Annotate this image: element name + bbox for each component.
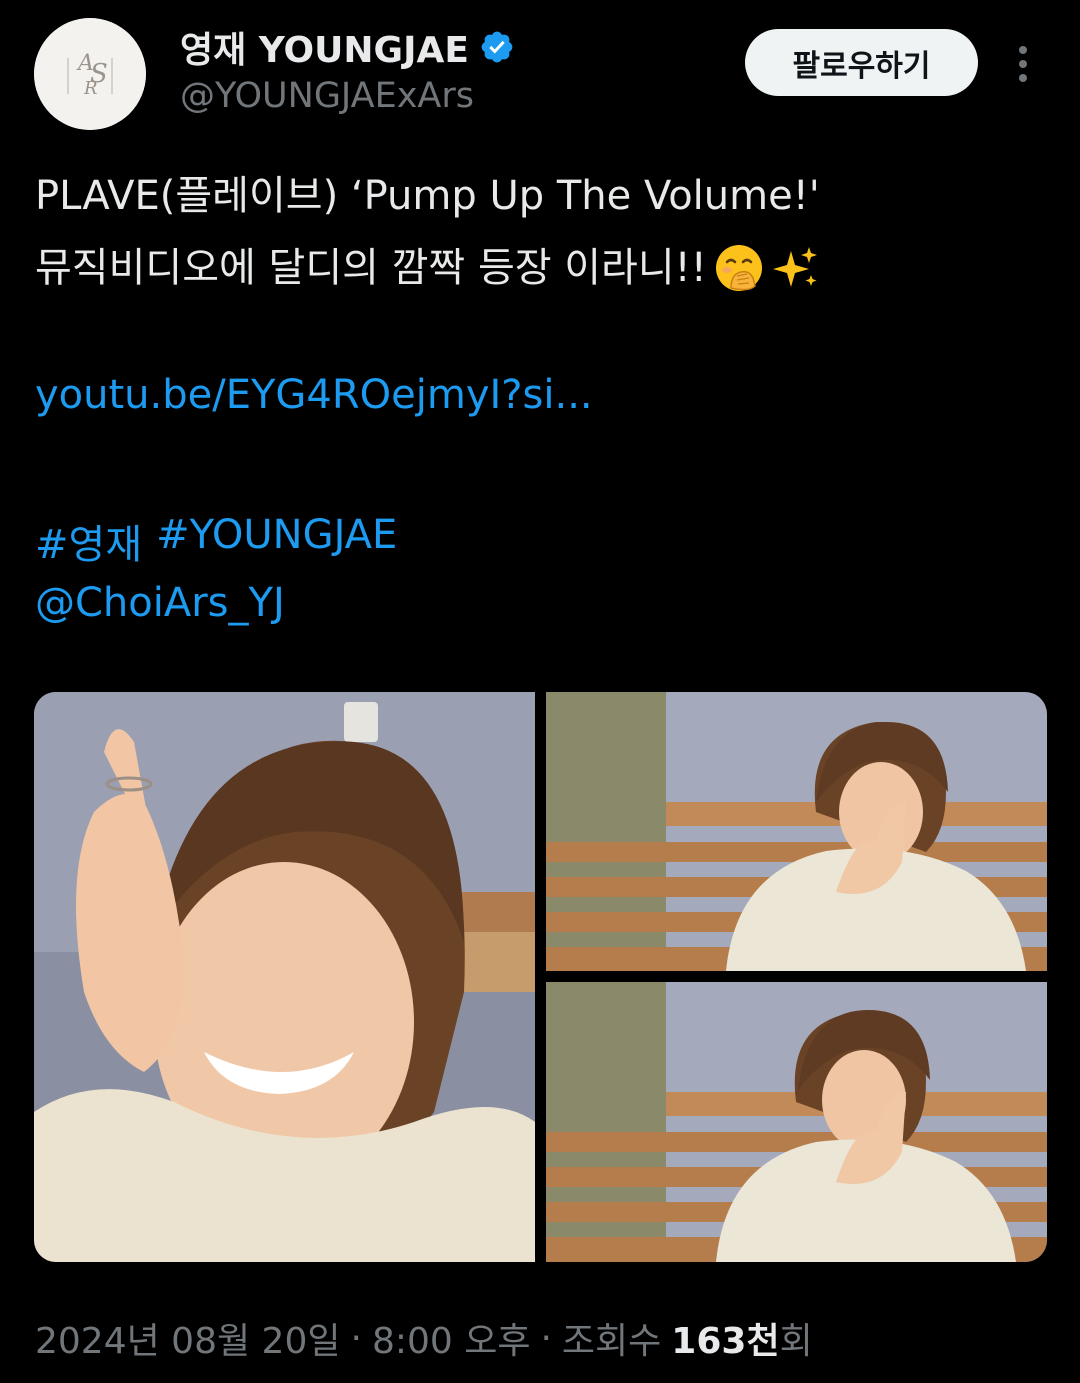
tweet-text-line-2: 뮤직비디오에 달디의 깜짝 등장 이라니!!: [35, 232, 1045, 304]
media-grid: [34, 692, 1047, 1262]
vertical-ellipsis-icon: [1019, 46, 1027, 82]
selfie-photo-image: [34, 692, 535, 1262]
author-name-row: 영재 YOUNGJAE: [180, 21, 515, 73]
more-options-button[interactable]: [1000, 38, 1046, 90]
views-label: 조회수: [561, 1321, 662, 1362]
tweet-text-line-1: PLAVE(플레이브) ‘Pump Up The Volume!': [35, 173, 820, 219]
verified-badge-icon: [481, 31, 513, 63]
hashtag-row: #영재 #YOUNGJAE: [35, 512, 397, 570]
media-photo[interactable]: [546, 692, 1047, 971]
tweet-text: PLAVE(플레이브) ‘Pump Up The Volume!' 뮤직비디오에…: [35, 160, 1045, 304]
svg-text:R: R: [83, 78, 98, 99]
ars-monogram-logo: A S R: [34, 18, 146, 130]
tweet-date[interactable]: 2024년 08월 20일: [35, 1312, 340, 1364]
author-display-name[interactable]: 영재 YOUNGJAE: [180, 21, 469, 73]
tweet-link[interactable]: youtu.be/EYG4ROejmyI?si...: [35, 372, 593, 418]
studio-photo-image: [546, 692, 1047, 971]
face-with-hand-over-mouth-emoji-icon: [715, 245, 762, 291]
sparkles-emoji-icon: [772, 247, 817, 287]
avatar[interactable]: A S R: [34, 18, 146, 130]
tweet-meta: 2024년 08월 20일 · 8:00 오후 · 조회수 163천 회: [35, 1312, 813, 1364]
follow-button[interactable]: 팔로우하기: [745, 29, 978, 96]
hashtag-link[interactable]: #YOUNGJAE: [156, 512, 397, 570]
tweet-text-line-2-text: 뮤직비디오에 달디의 깜짝 등장 이라니!!: [35, 245, 707, 291]
author-handle[interactable]: @YOUNGJAExArs: [180, 76, 474, 116]
studio-photo-image: [546, 982, 1047, 1262]
media-photo[interactable]: [546, 982, 1047, 1262]
tweet-time[interactable]: 8:00 오후: [372, 1312, 531, 1364]
hashtag-link[interactable]: #영재: [35, 512, 142, 570]
meta-separator: ·: [350, 1317, 362, 1359]
media-photo[interactable]: [34, 692, 535, 1262]
views-count: 163천: [671, 1321, 780, 1362]
views-suffix: 회: [779, 1321, 813, 1362]
meta-separator: ·: [540, 1317, 552, 1359]
mention-link[interactable]: @ChoiArs_YJ: [35, 580, 285, 626]
